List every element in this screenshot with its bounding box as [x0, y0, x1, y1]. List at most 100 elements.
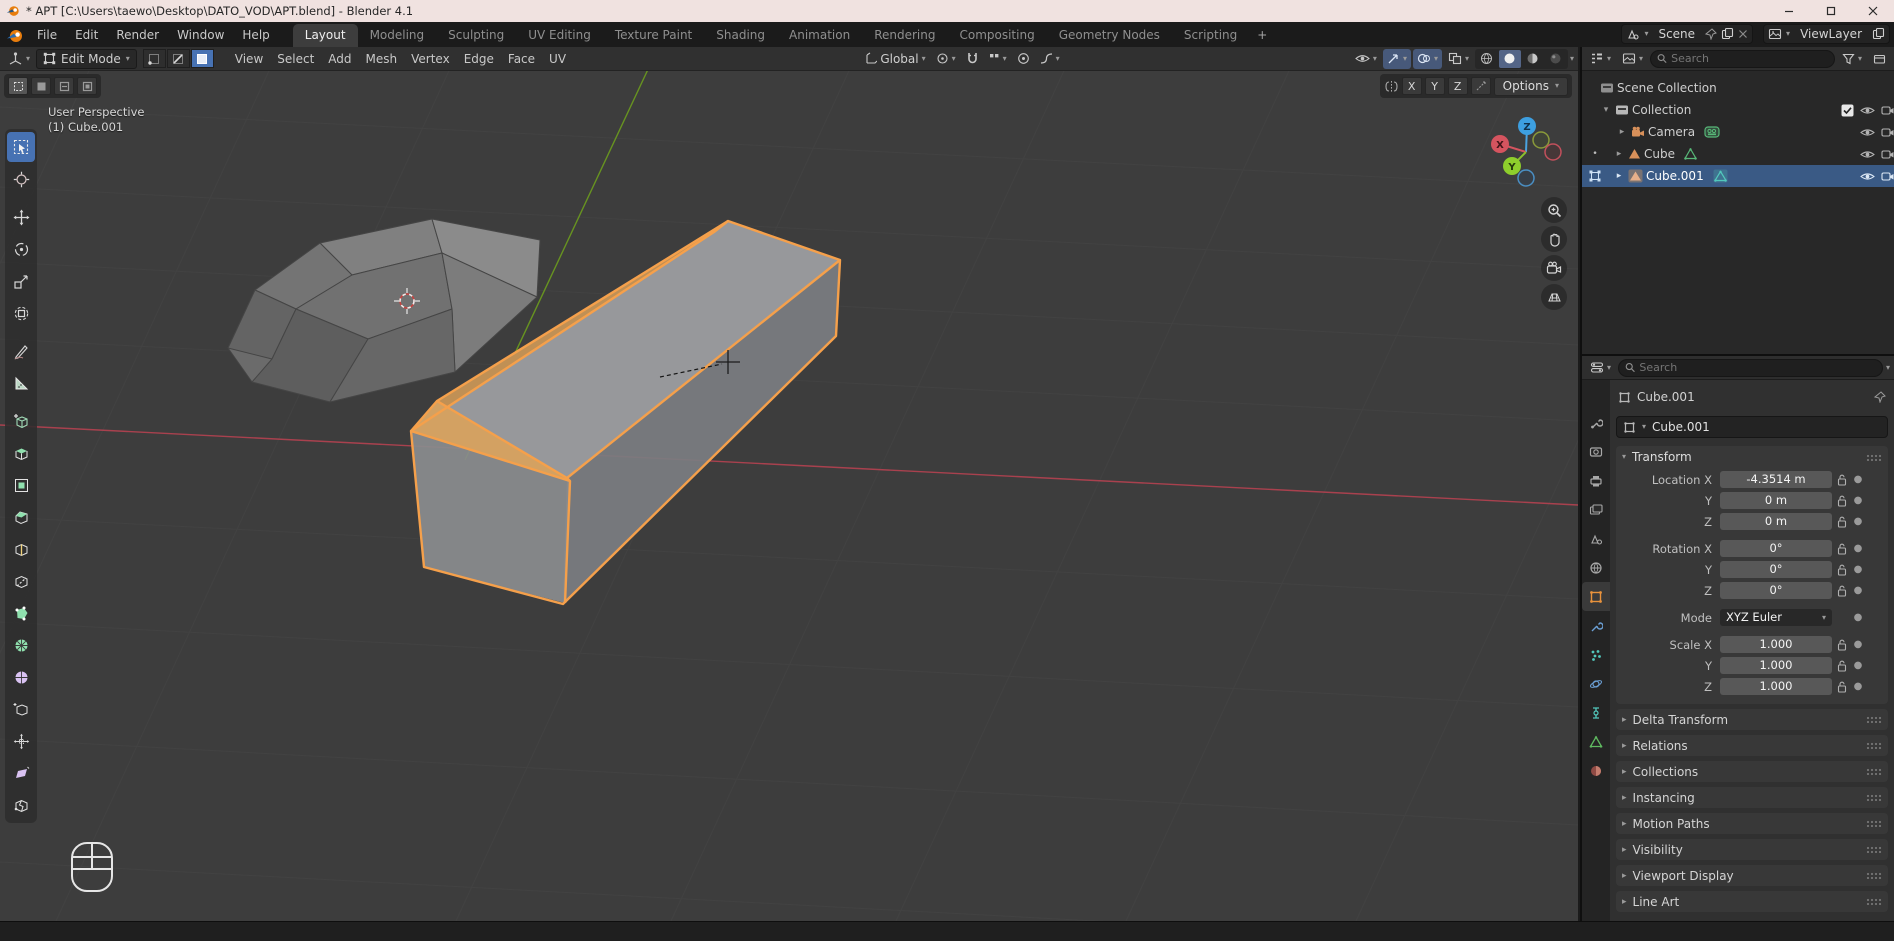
- tab-output[interactable]: [1582, 466, 1610, 495]
- pin-icon[interactable]: [1874, 391, 1886, 403]
- mirror-z-button[interactable]: Z: [1448, 77, 1468, 95]
- unlink-scene-icon[interactable]: [1738, 29, 1748, 39]
- mode-dropdown[interactable]: Edit Mode ▾: [36, 49, 137, 69]
- outliner-display-mode-dropdown[interactable]: ▾: [1586, 49, 1615, 69]
- panel-motion-paths[interactable]: ▸Motion Paths: [1616, 813, 1888, 834]
- properties-search[interactable]: [1618, 359, 1883, 377]
- tab-object[interactable]: [1582, 582, 1610, 611]
- panel-grip-icon[interactable]: [1866, 872, 1882, 879]
- wireframe-shading-button[interactable]: [1476, 50, 1498, 68]
- solid-shading-button[interactable]: [1499, 50, 1521, 68]
- hide-eye-icon[interactable]: [1860, 171, 1875, 182]
- menu-file[interactable]: File: [28, 24, 66, 47]
- tab-scripting[interactable]: Scripting: [1172, 24, 1249, 47]
- menu-help[interactable]: Help: [233, 24, 278, 47]
- tool-move-button[interactable]: [7, 202, 35, 232]
- select-subtract-button[interactable]: [54, 77, 74, 95]
- editor-type-button[interactable]: ▾: [4, 49, 34, 69]
- xray-toggle-button[interactable]: ▾: [1444, 49, 1473, 69]
- view-layer-selector[interactable]: ▾ ViewLayer: [1763, 24, 1890, 44]
- pan-view-button[interactable]: [1541, 226, 1567, 252]
- tab-material[interactable]: [1582, 756, 1610, 785]
- tab-uv-editing[interactable]: UV Editing: [516, 24, 603, 47]
- gizmo-axis-neg-z[interactable]: [1518, 170, 1534, 186]
- disable-render-icon[interactable]: [1881, 171, 1894, 182]
- transform-orientation-dropdown[interactable]: Global ▾: [860, 49, 929, 69]
- proportional-falloff-dropdown[interactable]: ▾: [1036, 49, 1064, 69]
- menu-face[interactable]: Face: [501, 49, 542, 69]
- panel-grip-icon[interactable]: [1866, 742, 1882, 749]
- tab-modeling[interactable]: Modeling: [358, 24, 437, 47]
- shading-dropdown-icon[interactable]: ▾: [1570, 55, 1574, 63]
- new-collection-button[interactable]: [1869, 49, 1890, 69]
- tool-measure-button[interactable]: [7, 368, 35, 398]
- lock-icon[interactable]: [1832, 543, 1852, 555]
- show-overlays-button[interactable]: ▾: [1413, 49, 1442, 69]
- animate-dot-icon[interactable]: ●: [1852, 543, 1864, 554]
- new-view-layer-icon[interactable]: [1872, 27, 1885, 40]
- rotation-mode-dropdown[interactable]: XYZ Euler ▾: [1720, 609, 1832, 626]
- animate-dot-icon[interactable]: ●: [1852, 612, 1864, 623]
- animate-dot-icon[interactable]: ●: [1852, 516, 1864, 527]
- tab-world[interactable]: [1582, 553, 1610, 582]
- panel-grip-icon[interactable]: [1866, 794, 1882, 801]
- collapse-icon[interactable]: ▾: [1600, 105, 1612, 115]
- panel-grip-icon[interactable]: [1866, 820, 1882, 827]
- hide-eye-icon[interactable]: [1860, 127, 1875, 138]
- panel-grip-icon[interactable]: [1866, 846, 1882, 853]
- tool-smooth-button[interactable]: [7, 662, 35, 692]
- pin-icon[interactable]: [1705, 28, 1717, 40]
- panel-relations[interactable]: ▸Relations: [1616, 735, 1888, 756]
- lock-icon[interactable]: [1832, 585, 1852, 597]
- tool-rotate-button[interactable]: [7, 234, 35, 264]
- tab-object-data[interactable]: [1582, 727, 1610, 756]
- panel-viewport-display[interactable]: ▸Viewport Display: [1616, 865, 1888, 886]
- viewport-canvas[interactable]: [0, 47, 1578, 921]
- menu-edge[interactable]: Edge: [457, 49, 501, 69]
- panel-visibility[interactable]: ▸Visibility: [1616, 839, 1888, 860]
- panel-instancing[interactable]: ▸Instancing: [1616, 787, 1888, 808]
- mirror-y-button[interactable]: Y: [1425, 77, 1445, 95]
- animate-dot-icon[interactable]: ●: [1852, 639, 1864, 650]
- tool-bevel-button[interactable]: [7, 502, 35, 532]
- tab-geometry-nodes[interactable]: Geometry Nodes: [1047, 24, 1172, 47]
- tab-shading[interactable]: Shading: [704, 24, 777, 47]
- expand-icon[interactable]: ▸: [1616, 127, 1628, 137]
- pivot-point-dropdown[interactable]: ▾: [932, 49, 960, 69]
- minimize-button[interactable]: [1768, 0, 1810, 22]
- tool-shear-button[interactable]: [7, 758, 35, 788]
- hide-eye-icon[interactable]: [1860, 149, 1875, 160]
- tool-annotate-button[interactable]: [7, 336, 35, 366]
- properties-filter-icon[interactable]: ▾: [1886, 364, 1890, 372]
- gizmo-axis-neg-x[interactable]: [1545, 144, 1561, 160]
- menu-vertex[interactable]: Vertex: [404, 49, 457, 69]
- panel-grip-icon[interactable]: [1866, 454, 1882, 461]
- panel-grip-icon[interactable]: [1866, 768, 1882, 775]
- outliner-row-camera[interactable]: ▸ Camera: [1582, 121, 1894, 143]
- new-scene-icon[interactable]: [1721, 27, 1734, 40]
- disable-render-icon[interactable]: [1881, 105, 1894, 116]
- scale-y-field[interactable]: 1.000: [1720, 657, 1832, 674]
- menu-uv[interactable]: UV: [542, 49, 573, 69]
- tool-spin-button[interactable]: [7, 630, 35, 660]
- menu-mesh[interactable]: Mesh: [359, 49, 405, 69]
- add-workspace-button[interactable]: +: [1249, 24, 1275, 47]
- checkbox-checked-icon[interactable]: [1841, 104, 1854, 117]
- tab-rendering[interactable]: Rendering: [862, 24, 947, 47]
- properties-search-input[interactable]: [1639, 361, 1876, 374]
- panel-collections[interactable]: ▸Collections: [1616, 761, 1888, 782]
- tool-transform-button[interactable]: [7, 298, 35, 328]
- tab-animation[interactable]: Animation: [777, 24, 862, 47]
- location-y-field[interactable]: 0 m: [1720, 492, 1832, 509]
- lock-icon[interactable]: [1832, 660, 1852, 672]
- vertex-select-button[interactable]: [143, 49, 166, 68]
- tab-view-layer[interactable]: [1582, 495, 1610, 524]
- animate-dot-icon[interactable]: ●: [1852, 564, 1864, 575]
- tool-scale-button[interactable]: [7, 266, 35, 296]
- tool-add-cube-button[interactable]: [7, 406, 35, 436]
- location-z-field[interactable]: 0 m: [1720, 513, 1832, 530]
- location-x-field[interactable]: -4.3514 m: [1720, 471, 1832, 488]
- rendered-shading-button[interactable]: [1545, 50, 1567, 68]
- face-select-button[interactable]: [191, 49, 214, 68]
- outliner-row-cube-001[interactable]: ▸ Cube.001: [1582, 165, 1894, 187]
